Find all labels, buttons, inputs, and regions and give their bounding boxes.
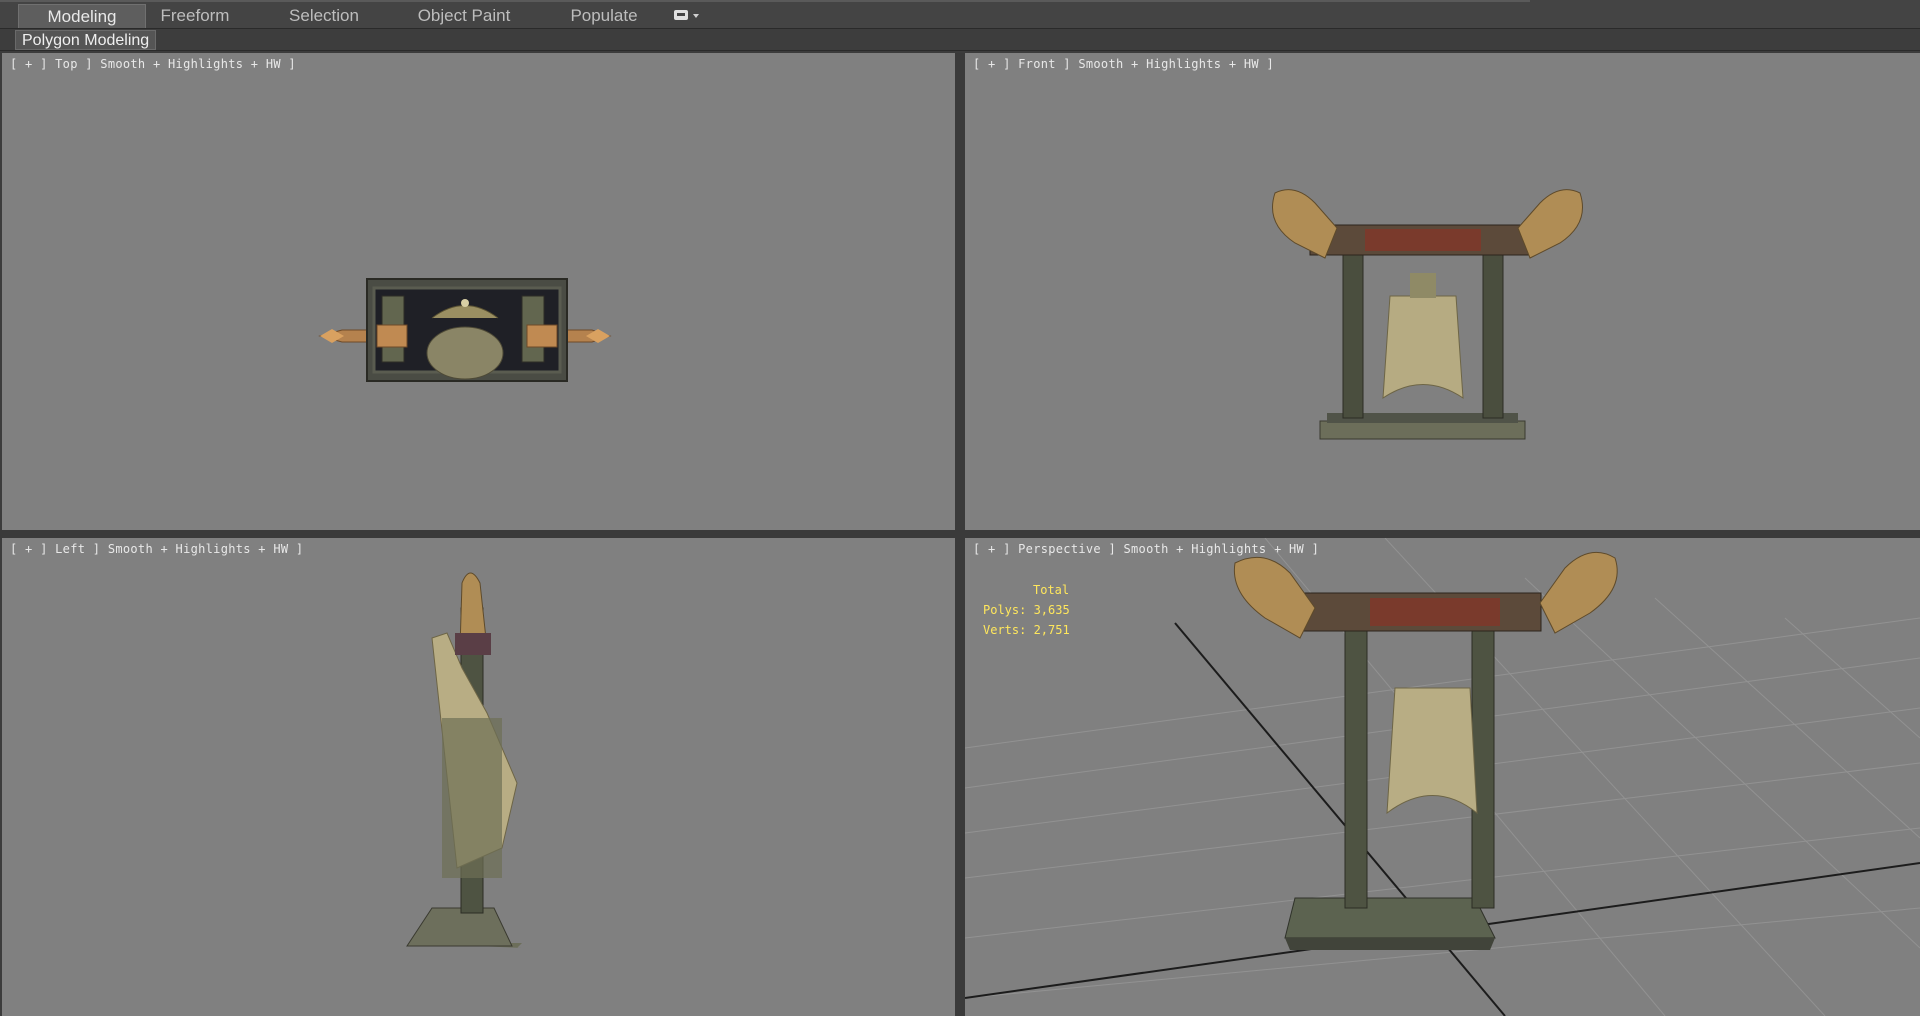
left-view-model	[406, 572, 522, 948]
top-view-model	[318, 278, 612, 382]
tab-modeling[interactable]: Modeling	[18, 4, 146, 28]
viewport-top[interactable]: [ + ] Top ] Smooth + Highlights + HW ]	[2, 53, 955, 530]
perspective-view-grid-and-model	[965, 538, 1920, 1016]
tab-freeform[interactable]: Freeform	[146, 4, 244, 28]
ribbon-panel-bar: Polygon Modeling	[0, 29, 1920, 51]
front-view-model	[1272, 189, 1583, 440]
tab-object-paint[interactable]: Object Paint	[410, 4, 518, 28]
viewport-front[interactable]: [ + ] Front ] Smooth + Highlights + HW ]	[965, 53, 1920, 530]
viewport-perspective[interactable]: [ + ] Perspective ] Smooth + Highlights …	[965, 538, 1920, 1016]
world-axis-y	[1174, 622, 1506, 1016]
ribbon-options-icon[interactable]	[674, 8, 706, 24]
viewport-left[interactable]: [ + ] Left ] Smooth + Highlights + HW ]	[2, 538, 955, 1016]
tab-populate[interactable]: Populate	[562, 4, 646, 28]
ribbon-top-border	[0, 0, 1530, 2]
chevron-down-icon	[693, 14, 699, 18]
ribbon-toggle-icon	[674, 10, 688, 20]
tab-selection[interactable]: Selection	[278, 4, 370, 28]
polygon-modeling-panel-button[interactable]: Polygon Modeling	[15, 30, 157, 50]
ribbon-tabs: Modeling Freeform Selection Object Paint…	[0, 0, 1920, 29]
viewport-splitter-horizontal[interactable]	[0, 530, 1920, 538]
